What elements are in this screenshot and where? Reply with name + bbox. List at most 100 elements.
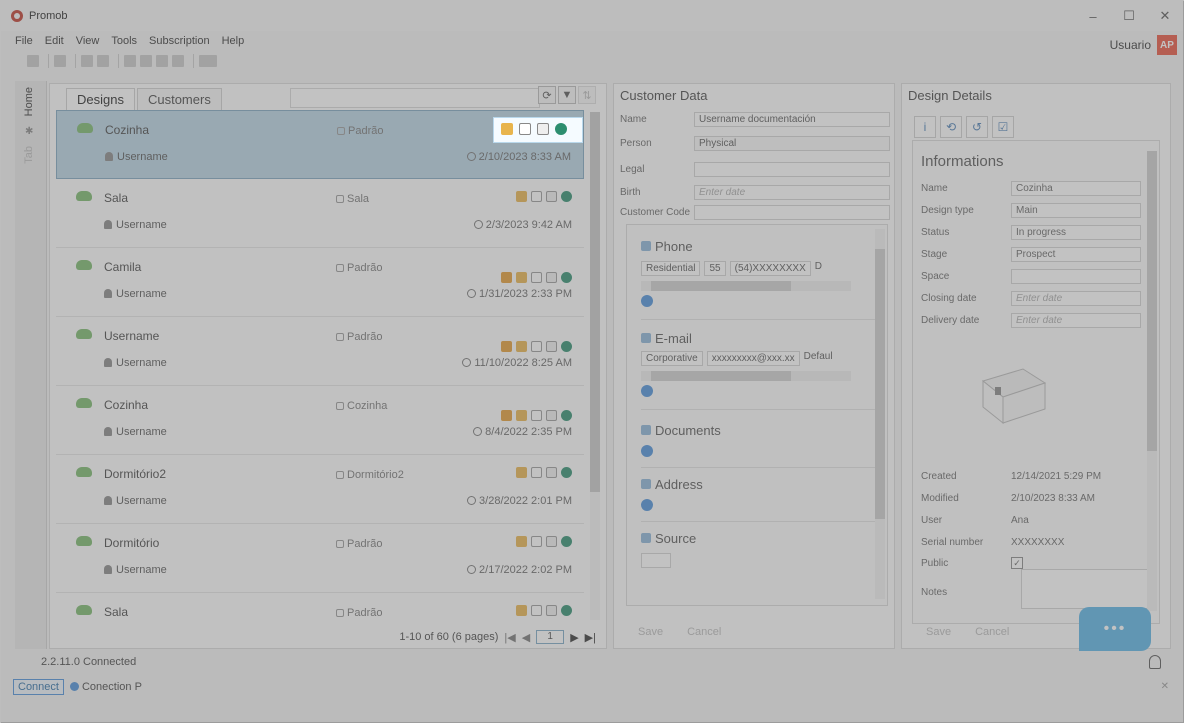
legal-field[interactable] [694, 162, 890, 177]
export-icon[interactable] [546, 410, 557, 421]
duplicate-icon[interactable] [531, 272, 542, 283]
first-page-icon[interactable]: |◀ [504, 631, 515, 644]
avatar[interactable]: AP [1157, 35, 1177, 55]
export-icon[interactable] [546, 605, 557, 616]
email-value-field[interactable]: xxxxxxxxx@xxx.xx [706, 351, 800, 366]
info-tab-icon[interactable]: i [914, 116, 936, 138]
customer-save-button[interactable]: Save [638, 626, 663, 638]
open-folder-icon[interactable] [516, 341, 527, 352]
redo-icon[interactable] [97, 55, 109, 67]
contact-scrollbar[interactable] [875, 229, 885, 599]
table-row[interactable]: Sala Username Sala 2/3/2023 9:42 AM [56, 179, 584, 248]
table-row[interactable]: Username Username Padrão 11/10/2022 8:25… [56, 317, 584, 386]
open-folder-icon[interactable] [516, 272, 527, 283]
last-page-icon[interactable]: ▶| [585, 631, 596, 644]
scrollbar-thumb[interactable] [875, 249, 885, 519]
add-document-button[interactable] [641, 445, 653, 457]
duplicate-icon[interactable] [519, 123, 531, 135]
open-folder-icon[interactable] [516, 410, 527, 421]
cut-icon[interactable] [124, 55, 136, 67]
closing-date-field[interactable]: Enter date [1011, 291, 1141, 306]
open-folder-icon[interactable] [516, 191, 527, 202]
notes-field[interactable] [1021, 569, 1149, 609]
close-icon[interactable]: ✕ [1161, 681, 1169, 692]
paste-icon[interactable] [156, 55, 168, 67]
detail-name-field[interactable]: Cozinha [1011, 181, 1141, 196]
chat-button[interactable]: ••• [1079, 607, 1151, 651]
email-scrollbar[interactable] [641, 371, 851, 381]
maximize-button[interactable]: ☐ [1111, 1, 1147, 31]
connection-item[interactable]: Conection P [69, 681, 142, 693]
tab-home[interactable]: Home [15, 81, 43, 122]
menu-view[interactable]: View [76, 35, 100, 47]
menu-subscription[interactable]: Subscription [149, 35, 210, 47]
export-icon[interactable] [546, 536, 557, 547]
customer-cancel-button[interactable]: Cancel [687, 626, 721, 638]
filter-icon[interactable]: ▼ [558, 86, 576, 104]
user-area[interactable]: Usuario AP [1110, 35, 1177, 55]
print-icon[interactable] [54, 55, 66, 67]
copy-icon[interactable] [140, 55, 152, 67]
duplicate-icon[interactable] [531, 536, 542, 547]
share-icon[interactable] [561, 191, 572, 202]
duplicate-icon[interactable] [531, 605, 542, 616]
duplicate-icon[interactable] [531, 467, 542, 478]
flow-tab-icon[interactable]: ⟲ [940, 116, 962, 138]
phone-number-field[interactable]: (54)XXXXXXXX [729, 261, 811, 276]
export-icon[interactable] [537, 123, 549, 135]
share-icon[interactable] [555, 123, 567, 135]
share-icon[interactable] [561, 467, 572, 478]
export-icon[interactable] [546, 191, 557, 202]
prev-page-icon[interactable]: ◀ [522, 631, 530, 644]
history-tab-icon[interactable]: ↺ [966, 116, 988, 138]
menu-tools[interactable]: Tools [111, 35, 137, 47]
menu-help[interactable]: Help [222, 35, 245, 47]
tab-designs[interactable]: Designs [66, 88, 135, 110]
refresh-icon[interactable]: ⟳ [538, 86, 556, 104]
save-icon[interactable] [27, 55, 39, 67]
export-icon[interactable] [546, 467, 557, 478]
user-name[interactable]: Usuario [1110, 38, 1151, 52]
table-row[interactable]: Dormitório2 Username Dormitório2 3/28/20… [56, 455, 584, 524]
share-icon[interactable] [561, 605, 572, 616]
open-folder-icon[interactable] [516, 467, 527, 478]
scrollbar-thumb[interactable] [1147, 151, 1157, 451]
source-select[interactable] [641, 553, 671, 568]
table-row[interactable]: Camila Username Padrão 1/31/2023 2:33 PM [56, 248, 584, 317]
add-address-button[interactable] [641, 499, 653, 511]
delete-icon[interactable] [172, 55, 184, 67]
menu-file[interactable]: File [15, 35, 33, 47]
delivery-date-field[interactable]: Enter date [1011, 313, 1141, 328]
duplicate-icon[interactable] [531, 410, 542, 421]
share-icon[interactable] [561, 410, 572, 421]
details-save-button[interactable]: Save [926, 626, 951, 638]
minimize-button[interactable]: – [1075, 1, 1111, 31]
add-phone-button[interactable] [641, 295, 653, 307]
pin-icon[interactable]: ✱ [25, 126, 37, 137]
table-row[interactable]: Cozinha Username Cozinha 8/4/2022 2:35 P… [56, 386, 584, 455]
duplicate-icon[interactable] [531, 191, 542, 202]
page-input[interactable]: 1 [536, 630, 565, 644]
share-icon[interactable] [561, 341, 572, 352]
share-icon[interactable] [561, 536, 572, 547]
stage-select[interactable]: Prospect [1011, 247, 1141, 262]
table-row[interactable]: Sala Padrão [56, 593, 584, 620]
close-button[interactable]: ✕ [1147, 1, 1183, 31]
space-select[interactable] [1011, 269, 1141, 284]
open-folder-icon[interactable] [516, 536, 527, 547]
details-cancel-button[interactable]: Cancel [975, 626, 1009, 638]
duplicate-icon[interactable] [531, 341, 542, 352]
scrollbar-thumb[interactable] [651, 281, 791, 291]
scrollbar-thumb[interactable] [590, 112, 600, 492]
scrollbar-thumb[interactable] [651, 371, 791, 381]
layout-dropdown-icon[interactable] [199, 55, 217, 67]
designs-scrollbar[interactable] [590, 112, 600, 620]
sort-icon[interactable]: ⇅ [578, 86, 596, 104]
name-field[interactable]: Username documentación [694, 112, 890, 127]
tab-customers[interactable]: Customers [136, 88, 222, 110]
search-input[interactable] [290, 88, 540, 108]
export-icon[interactable] [546, 272, 557, 283]
menu-edit[interactable]: Edit [45, 35, 64, 47]
tab-other[interactable]: Tab [15, 140, 43, 170]
phone-type-select[interactable]: Residential [641, 261, 701, 276]
